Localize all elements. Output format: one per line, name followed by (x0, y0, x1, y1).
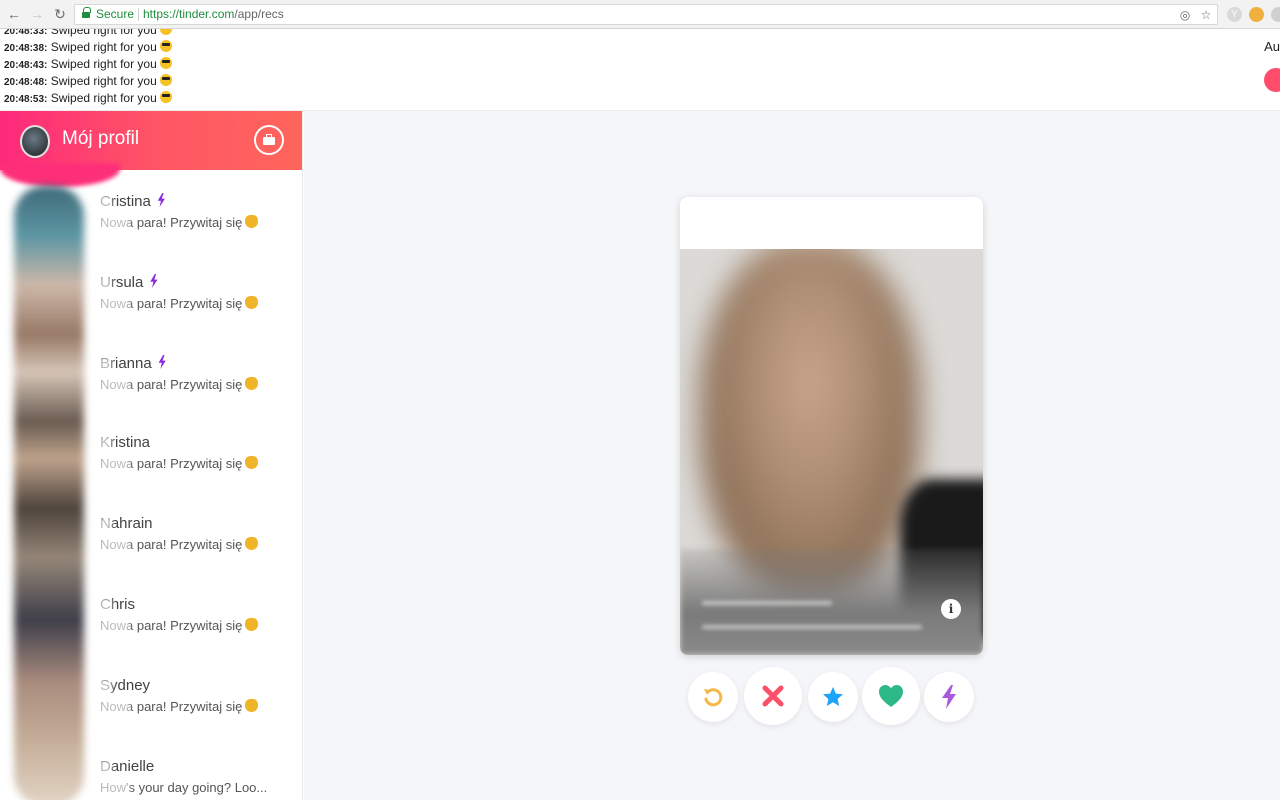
lock-icon (82, 7, 91, 19)
header-decoration (0, 163, 120, 187)
match-item[interactable]: Ursula Nowa para! Przywitaj się (100, 274, 295, 334)
extension-icon[interactable] (1271, 7, 1280, 22)
omnibox-separator (138, 8, 139, 21)
location-icon[interactable]: ◎ (1178, 8, 1192, 22)
match-photos[interactable] (14, 186, 84, 800)
blurred-name-text (702, 601, 832, 605)
match-message: Nowa para! Przywitaj się (100, 456, 243, 471)
info-icon[interactable]: i (941, 599, 961, 619)
match-item[interactable]: Sydney Nowa para! Przywitaj się (100, 677, 295, 737)
super-like-bolt-icon (149, 274, 158, 288)
like-button[interactable] (862, 667, 920, 725)
match-name: Chris (100, 596, 136, 613)
bolt-icon (942, 685, 956, 709)
match-message: Nowa para! Przywitaj się (100, 537, 243, 552)
match-message: Nowa para! Przywitaj się (100, 699, 243, 714)
match-item[interactable]: Chris Nowa para! Przywitaj się (100, 596, 295, 656)
swipe-log: 20:48:33: Swiped right for you 20:48:38:… (0, 29, 1280, 111)
profile-photo[interactable] (680, 249, 983, 655)
secure-label: Secure (96, 7, 135, 21)
match-message: Nowa para! Przywitaj się (100, 215, 243, 230)
briefcase-icon[interactable] (254, 125, 284, 155)
sunglasses-emoji-icon (159, 29, 172, 35)
auto-label: Au (1264, 39, 1280, 54)
match-item[interactable]: Cristina Nowa para! Przywitaj się (100, 193, 295, 253)
avatar[interactable] (20, 125, 50, 158)
close-icon (762, 685, 784, 707)
match-message: How's your day going? Loo... (100, 780, 268, 795)
my-profile-title[interactable]: Mój profil (62, 128, 139, 150)
sunglasses-emoji-icon (159, 74, 172, 86)
waving-hand-icon (245, 296, 259, 309)
match-item[interactable]: Kristina Nowa para! Przywitaj się (100, 434, 295, 494)
rewind-button[interactable] (688, 672, 738, 722)
match-name: Kristina (100, 434, 151, 451)
log-line: 20:48:33: Swiped right for you (4, 29, 172, 37)
forward-icon[interactable]: → (29, 6, 45, 22)
log-line: 20:48:43: Swiped right for you (4, 57, 172, 71)
extension-cookie-icon[interactable] (1249, 7, 1264, 22)
match-name: Brianna (100, 355, 152, 372)
browser-toolbar: ← → ↻ Secure https://tinder.com/app/recs… (0, 0, 1280, 29)
match-name: Danielle (100, 758, 155, 775)
blurred-photo-region (700, 249, 920, 599)
match-item[interactable]: Nahrain Nowa para! Przywitaj się (100, 515, 295, 575)
match-name: Cristina (100, 193, 151, 210)
profile-card[interactable]: i (680, 197, 983, 655)
extension-y-icon[interactable]: Y (1227, 7, 1242, 22)
recs-main: i (304, 111, 1280, 800)
log-line: 20:48:38: Swiped right for you (4, 40, 172, 54)
reload-icon[interactable]: ↻ (52, 6, 68, 22)
blurred-bio-text (702, 625, 922, 629)
address-bar[interactable]: Secure https://tinder.com/app/recs ◎ ☆ (74, 4, 1218, 25)
waving-hand-icon (245, 377, 259, 390)
star-icon (823, 687, 843, 706)
waving-hand-icon (245, 456, 259, 469)
rewind-icon (704, 688, 723, 707)
my-profile-header[interactable]: Mój profil (0, 111, 302, 187)
match-message: Nowa para! Przywitaj się (100, 377, 243, 392)
match-item[interactable]: Danielle How's your day going? Loo... (100, 758, 295, 800)
match-name: Sydney (100, 677, 151, 694)
matches-sidebar: Mój profil Cristina Nowa para! Przywitaj… (0, 111, 303, 800)
waving-hand-icon (245, 699, 259, 712)
sunglasses-emoji-icon (159, 91, 172, 103)
boost-button[interactable] (924, 672, 974, 722)
waving-hand-icon (245, 215, 259, 228)
log-line: 20:48:48: Swiped right for you (4, 74, 172, 88)
sunglasses-emoji-icon (159, 40, 172, 52)
log-line: 20:48:53: Swiped right for you (4, 91, 172, 105)
match-name: Nahrain (100, 515, 153, 532)
waving-hand-icon (245, 537, 259, 550)
sunglasses-emoji-icon (159, 57, 172, 69)
match-message: Nowa para! Przywitaj się (100, 296, 243, 311)
super-like-button[interactable] (808, 672, 858, 722)
match-name: Ursula (100, 274, 144, 291)
heart-icon (879, 685, 903, 707)
match-item[interactable]: Brianna Nowa para! Przywitaj się (100, 355, 295, 415)
url-text[interactable]: https://tinder.com/app/recs (143, 5, 284, 24)
waving-hand-icon (245, 618, 259, 631)
super-like-bolt-icon (158, 355, 167, 369)
nope-button[interactable] (744, 667, 802, 725)
back-icon[interactable]: ← (6, 6, 22, 22)
match-message: Nowa para! Przywitaj się (100, 618, 243, 633)
super-like-bolt-icon (157, 193, 166, 207)
bookmark-star-icon[interactable]: ☆ (1199, 8, 1213, 22)
auto-toggle-button[interactable] (1264, 68, 1280, 92)
